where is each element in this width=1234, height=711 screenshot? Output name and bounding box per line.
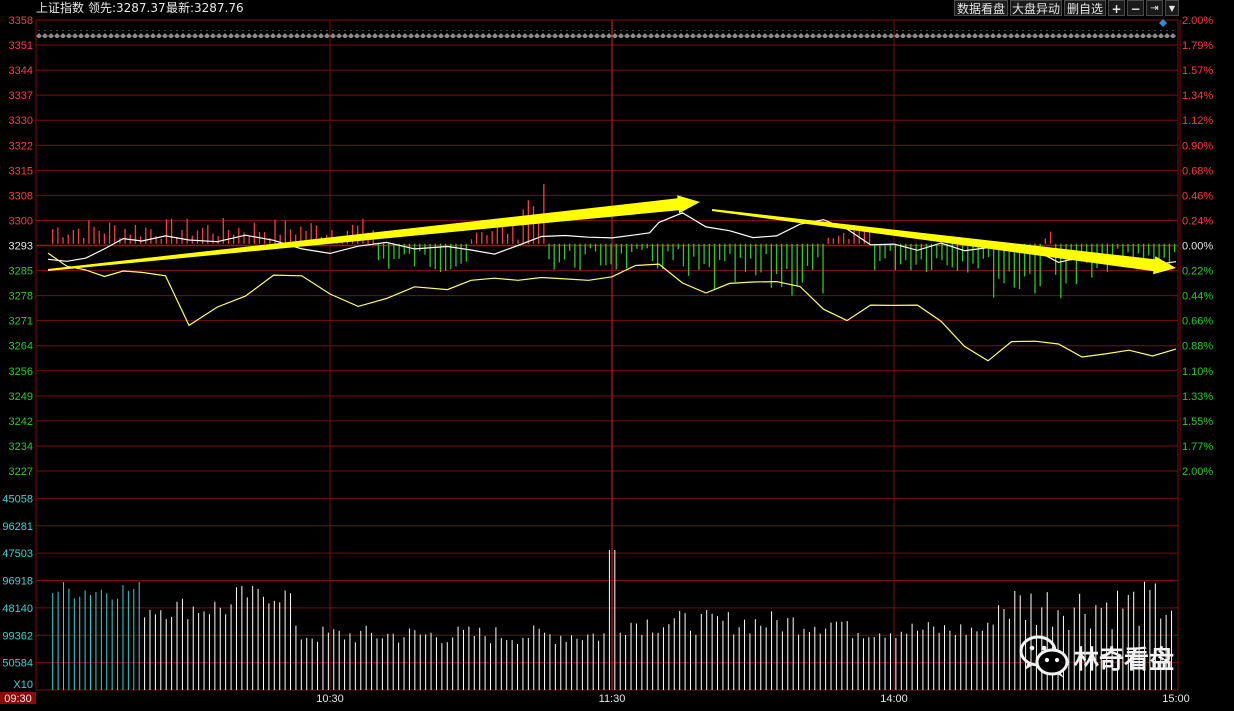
- pct-tick-label: 1.57%: [1182, 65, 1213, 77]
- watermark-text: 林奇看盘: [1074, 645, 1175, 674]
- pct-tick-label: 0.88%: [1182, 341, 1213, 353]
- price-tick-label: 3330: [9, 115, 33, 127]
- price-tick-label: 3271: [9, 316, 33, 328]
- pct-tick-label: 2.00%: [1182, 466, 1213, 478]
- pct-tick-label: 1.33%: [1182, 391, 1213, 403]
- pct-tick-label: 1.55%: [1182, 416, 1213, 428]
- pct-tick-label: 0.68%: [1182, 165, 1213, 177]
- price-tick-label: 3227: [9, 466, 33, 478]
- pct-tick-label: 1.12%: [1182, 115, 1213, 127]
- pct-tick-label: 0.90%: [1182, 140, 1213, 152]
- time-tick-label: 09:30: [4, 693, 32, 705]
- pct-tick-label: 1.34%: [1182, 90, 1213, 102]
- price-tick-label: 3264: [9, 341, 33, 353]
- price-tick-label: 3234: [9, 441, 33, 453]
- price-tick-label: 3351: [9, 40, 33, 52]
- time-tick-label: 11:30: [599, 693, 626, 705]
- pct-tick-label: 1.79%: [1182, 40, 1213, 52]
- price-tick-label: 3293: [9, 241, 33, 253]
- price-tick-label: 3256: [9, 366, 33, 378]
- volume-tick-label: 48140: [2, 603, 33, 615]
- pct-tick-label: 2.00%: [1182, 15, 1213, 27]
- price-tick-label: 3308: [9, 190, 33, 202]
- volume-tick-label: 96918: [2, 576, 33, 588]
- intraday-chart: 3358 2.00% 3351 1.79% 3344 1.57% 3337 1.34% 3330…: [0, 15, 1213, 705]
- pct-tick-label: 0.22%: [1182, 266, 1213, 278]
- pct-tick-label: 1.10%: [1182, 366, 1213, 378]
- price-tick-label: 3322: [9, 140, 33, 152]
- diamond-band: [36, 30, 1176, 38]
- price-tick-label: 3300: [9, 215, 33, 227]
- price-tick-label: 3337: [9, 90, 33, 102]
- volume-tick-label: 99362: [2, 630, 33, 642]
- pct-tick-label: 0.44%: [1182, 291, 1213, 303]
- watermark: 林奇看盘: [1018, 634, 1198, 680]
- volume-tick-label: 47503: [2, 548, 33, 560]
- price-tick-label: 3285: [9, 266, 33, 278]
- time-tick-label: 10:30: [316, 693, 344, 705]
- price-tick-label: 3242: [9, 416, 33, 428]
- price-tick-label: 3278: [9, 291, 33, 303]
- price-tick-label: 3249: [9, 391, 33, 403]
- time-tick-label: 15:00: [1162, 693, 1190, 705]
- volume-tick-label: 50584: [2, 658, 33, 670]
- volume-tick-label: 45058: [2, 493, 33, 505]
- price-tick-label: 3315: [9, 165, 33, 177]
- price-tick-label: 3358: [9, 15, 33, 27]
- pct-tick-label: 0.00%: [1182, 241, 1213, 253]
- time-tick-label: 14:00: [880, 693, 908, 705]
- volume-tick-label: 96281: [2, 521, 33, 533]
- volume-multiplier-label: X10: [13, 679, 33, 691]
- pct-tick-label: 0.66%: [1182, 316, 1213, 328]
- pct-tick-label: 1.77%: [1182, 441, 1213, 453]
- price-tick-label: 3344: [9, 65, 33, 77]
- pct-tick-label: 0.24%: [1182, 215, 1213, 227]
- wechat-icon: [1019, 635, 1069, 678]
- pct-tick-label: 0.46%: [1182, 190, 1213, 202]
